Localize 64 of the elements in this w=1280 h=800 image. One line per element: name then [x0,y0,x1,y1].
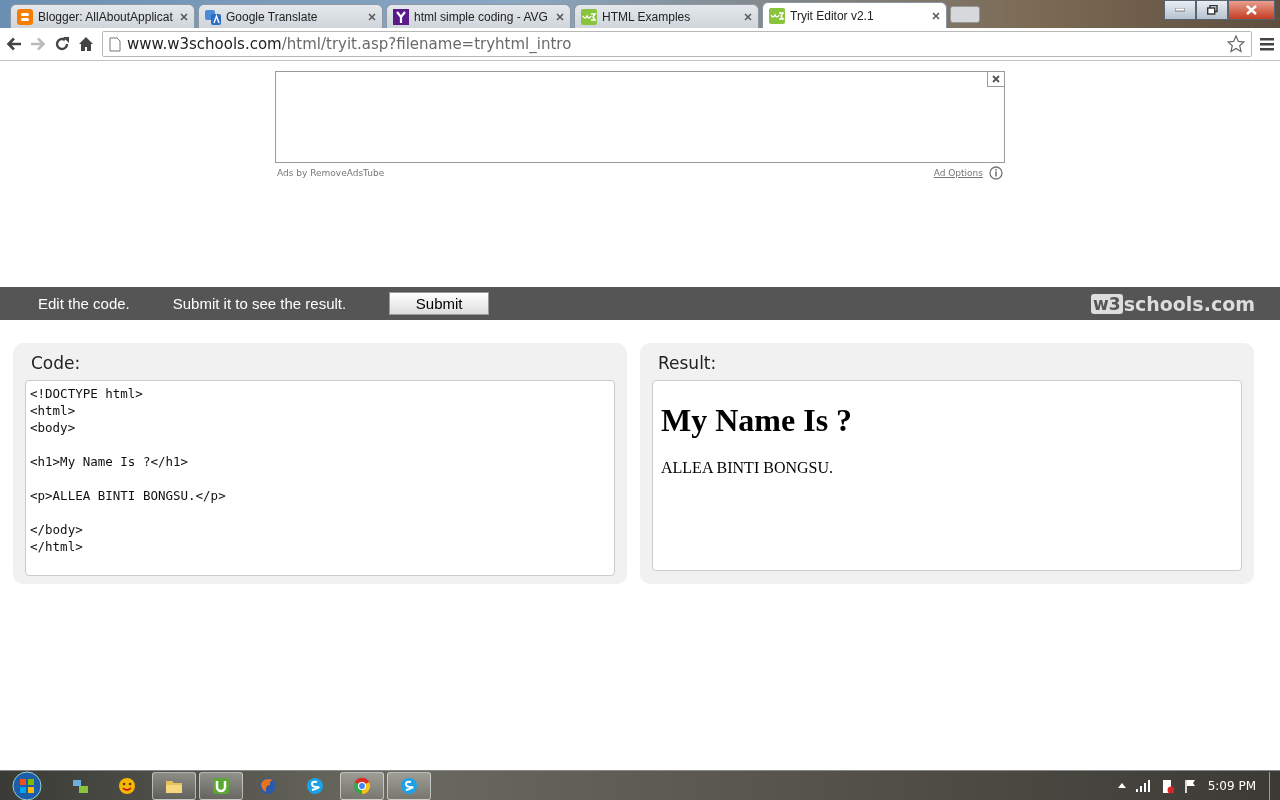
flag-icon[interactable] [1183,778,1198,793]
browser-icon [353,776,371,795]
ad-attribution: Ads by RemoveAdsTube [277,168,385,178]
y-icon [393,8,409,25]
ad-options-link[interactable]: Ad Options [933,168,983,178]
browser-tab[interactable]: HTML Examples [574,4,759,28]
home-icon[interactable] [78,36,94,52]
logo-mark: w3 [1091,293,1123,314]
chat-icon [306,776,324,795]
panel-title: Result: [657,352,718,375]
torrent-icon [212,776,230,795]
browser-tab[interactable]: Blogger: AllAboutApplicat [10,4,195,28]
reload-icon[interactable] [54,36,70,52]
translate-icon [205,8,221,25]
star-icon[interactable] [1227,35,1245,53]
close-icon[interactable] [368,12,376,21]
browser-tab[interactable]: Google Translate [198,4,383,28]
taskbar-app[interactable] [152,771,196,800]
w3-logo-icon [769,7,785,24]
close-icon[interactable] [932,11,940,20]
taskbar-app[interactable] [199,771,243,800]
close-icon [1246,5,1257,15]
panel-title: Code: [30,352,82,375]
tab-title: html simple coding - AVG [414,9,549,24]
code-editor[interactable]: <!DOCTYPE html> <html> <body> <h1>My Name Is ?</h1> <p>ALLEA BINTI BONGSU.</p> </body> </html> [25,380,615,576]
page-icon [109,36,121,52]
close-ad-button[interactable] [987,72,1004,87]
close-icon[interactable] [556,12,564,21]
tab-title: HTML Examples [602,9,692,24]
fox-globe-icon [259,776,277,795]
w3-logo-icon [581,8,597,25]
close-window-button[interactable] [1228,0,1275,20]
instruction-text: Edit the code. [38,295,130,312]
minimize-icon [1175,8,1185,12]
instruction-text: Submit it to see the result. [172,295,347,312]
taskbar-app[interactable] [387,771,431,800]
blog-icon [17,8,33,25]
restore-icon [1206,5,1218,15]
browser-tab[interactable]: html simple coding - AVG [386,4,571,28]
start-button[interactable] [10,770,44,800]
tab-title: Google Translate [226,9,319,24]
signal-icon[interactable] [1135,779,1150,792]
tab-title: Blogger: AllAboutApplicat [38,9,174,24]
info-icon[interactable] [989,166,1003,180]
back-icon[interactable] [6,37,22,51]
logo-text: schools.com [1123,292,1255,315]
result-heading: My Name Is ? [661,402,854,439]
url-text: www.w3schools.com/html/tryit.asp?filename=tryhtml_intro [127,35,572,53]
caret-icon[interactable] [1117,783,1126,788]
restore-button[interactable] [1196,0,1228,20]
close-icon [992,75,1000,83]
address-bar[interactable]: www.w3schools.com/html/tryit.asp?filename=tryhtml_intro [102,31,1252,57]
result-paragraph: ALLEA BINTI BONGSU. [661,459,834,477]
taskbar-app[interactable] [340,771,384,800]
chat-icon [400,776,418,795]
minimize-button[interactable] [1164,0,1196,20]
smiley-icon [118,776,136,795]
tab-title: Tryit Editor v2.1 [790,8,875,23]
browser-tab[interactable]: Tryit Editor v2.1 [762,2,947,28]
close-icon[interactable] [180,12,188,21]
clock-text[interactable]: 5:09 PM [1207,778,1256,793]
menu-icon[interactable] [1260,37,1274,51]
close-icon[interactable] [744,12,752,21]
submit-button[interactable]: Submit [389,292,490,315]
